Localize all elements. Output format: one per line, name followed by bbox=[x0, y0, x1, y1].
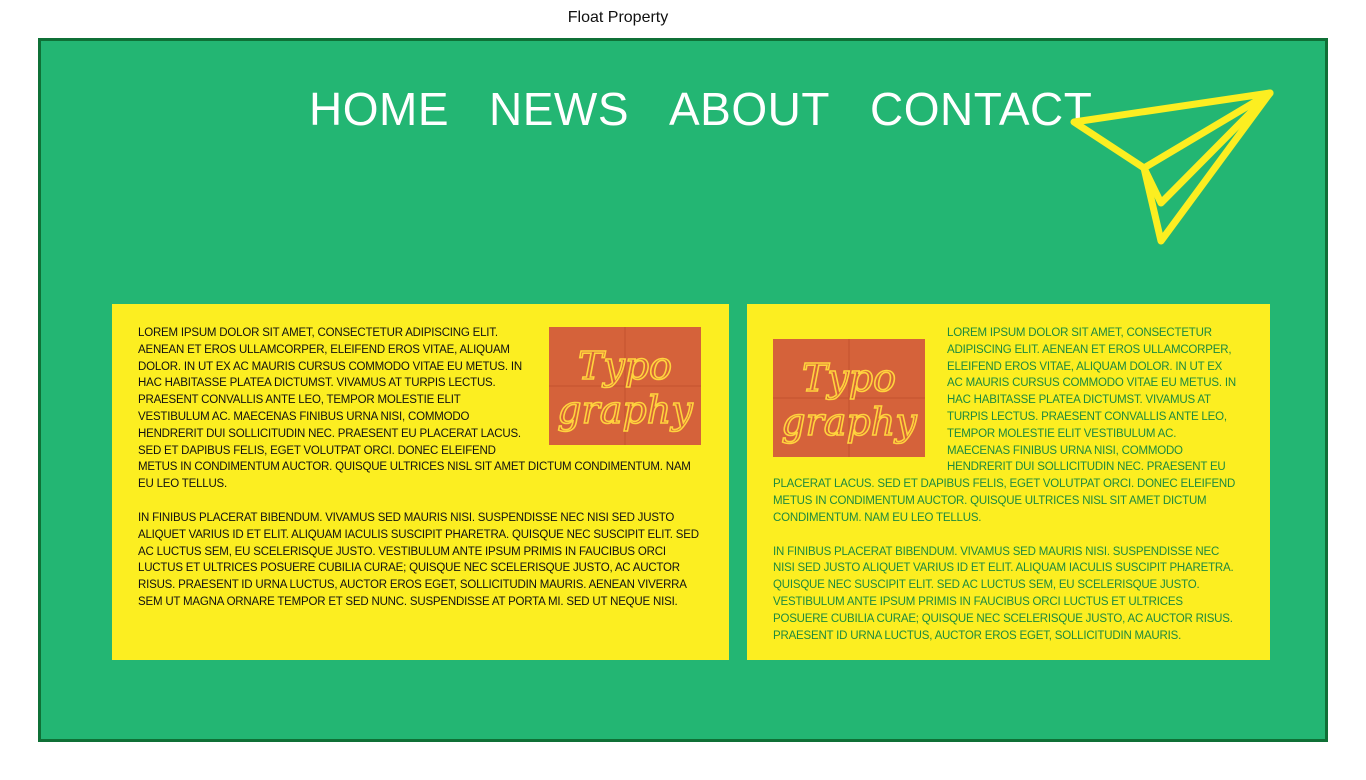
thumb-text-line1: Typo bbox=[802, 356, 896, 400]
card-right-paragraph-2: In finibus placerat bibendum. Vivamus se… bbox=[773, 545, 1234, 642]
nav-about-link[interactable]: ABOUT bbox=[669, 81, 830, 137]
paper-plane-icon[interactable] bbox=[1066, 86, 1276, 251]
thumb-text-line2: graphy bbox=[781, 400, 917, 444]
typography-thumbnail: Typo graphy bbox=[773, 339, 925, 457]
card-float-left: Typo graphy Lorem ipsum dolor sit amet, … bbox=[747, 304, 1270, 660]
nav-contact-link[interactable]: CONTACT bbox=[870, 81, 1092, 137]
card-left-paragraph-2: In finibus placerat bibendum. Vivamus se… bbox=[138, 511, 699, 608]
main-nav: HOME NEWS ABOUT CONTACT bbox=[309, 81, 1092, 137]
nav-news-link[interactable]: NEWS bbox=[489, 81, 629, 137]
thumb-text-line1: Typo bbox=[578, 344, 672, 388]
site-frame: HOME NEWS ABOUT CONTACT Typo graphy Lore… bbox=[38, 38, 1328, 742]
page-caption: Float Property bbox=[567, 9, 669, 26]
typography-thumbnail: Typo graphy bbox=[549, 327, 701, 445]
thumb-text-line2: graphy bbox=[557, 388, 693, 432]
card-float-right: Typo graphy Lorem ipsum dolor sit amet, … bbox=[112, 304, 729, 660]
nav-home-link[interactable]: HOME bbox=[309, 81, 449, 137]
